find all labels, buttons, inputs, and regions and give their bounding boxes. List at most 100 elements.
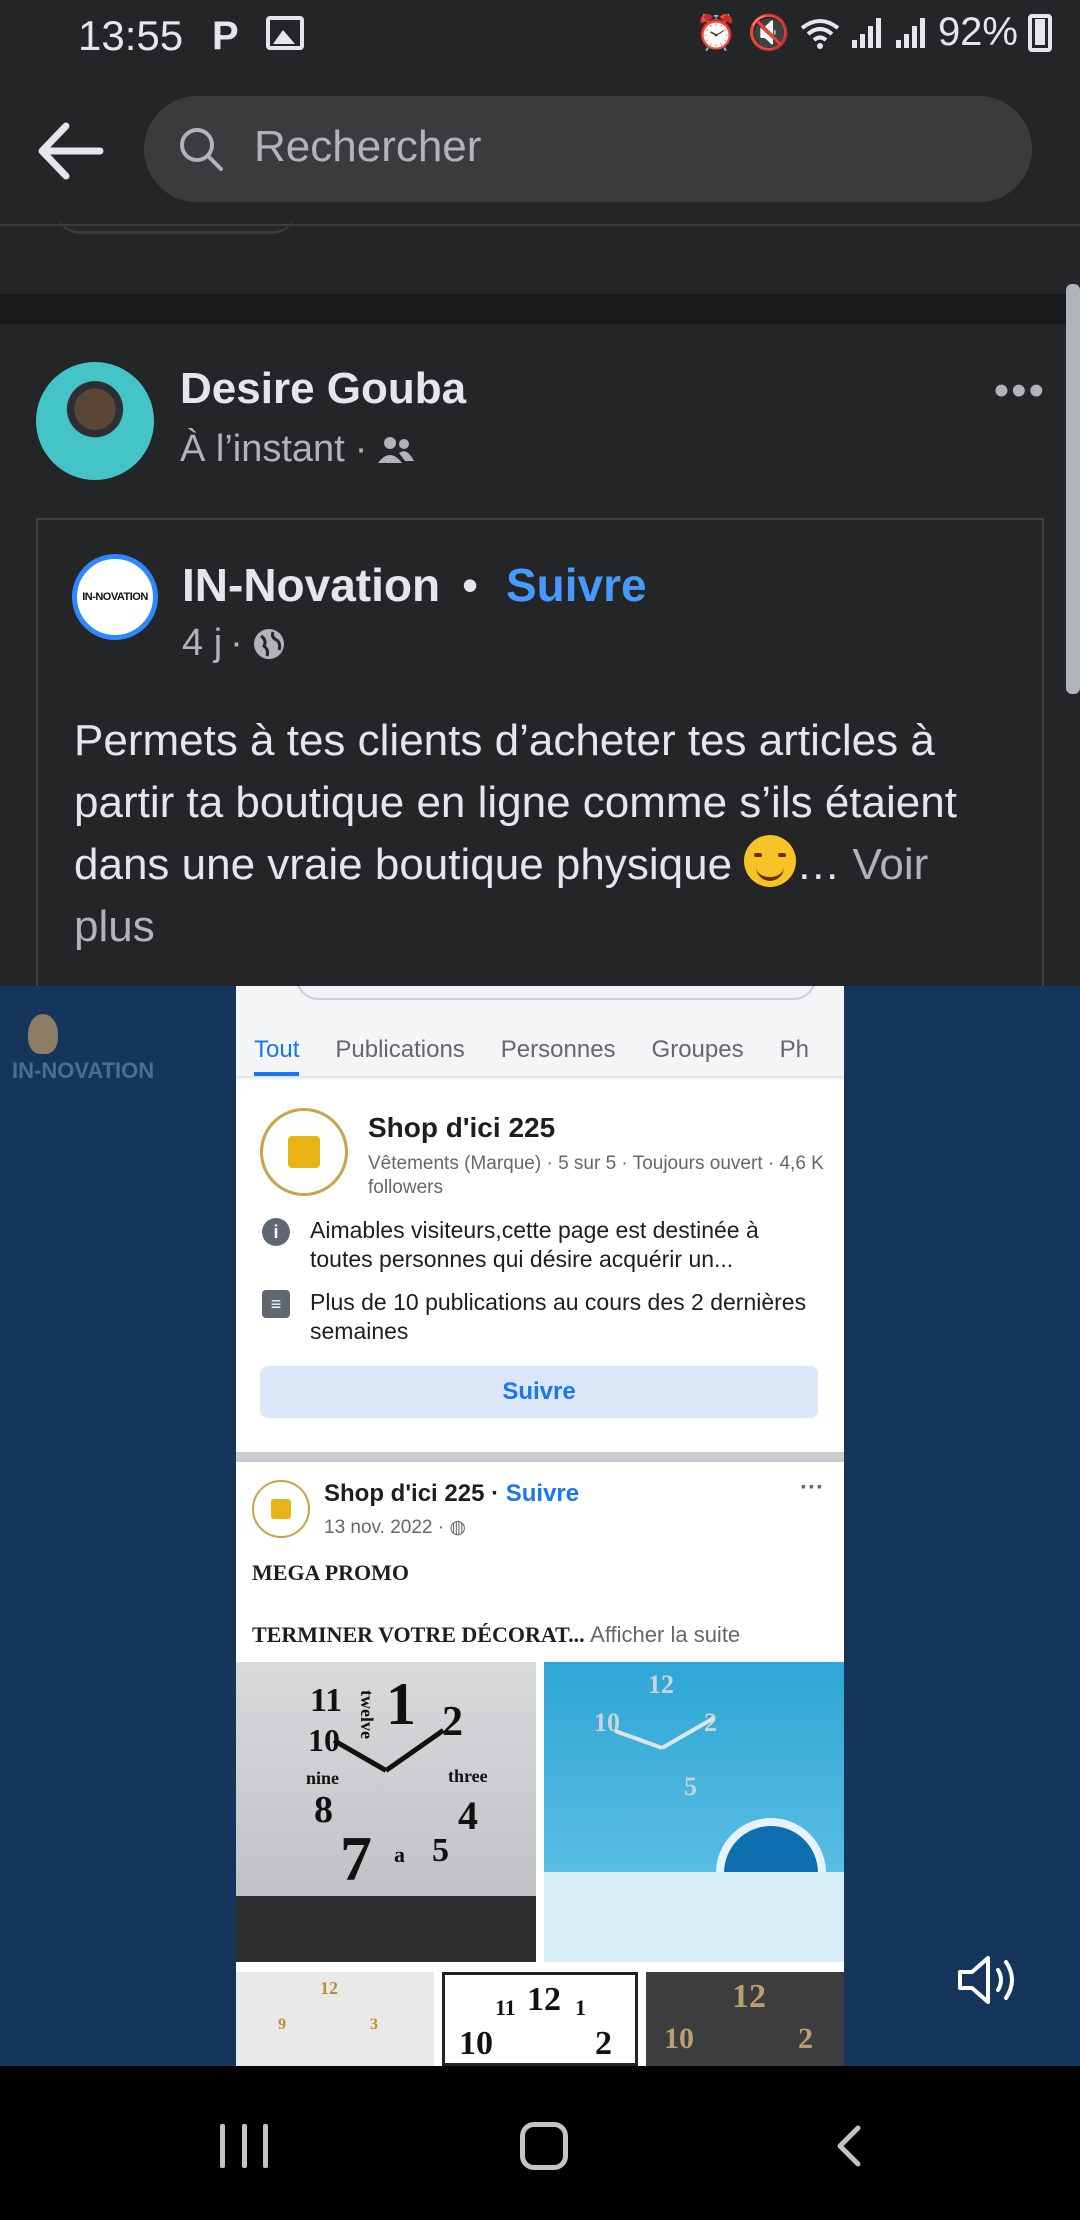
clock-image: 11 twelve 1 2 10 nine three 8 4 7 a 5 [236, 1662, 536, 1962]
author-name[interactable]: Desire Gouba [180, 364, 466, 414]
embedded-tab: Groupes [651, 1036, 744, 1063]
shop-logo [260, 1108, 348, 1196]
clock-number: 7 [340, 1823, 372, 1894]
ellipsis: … [796, 840, 841, 889]
clock-number: 8 [314, 1789, 333, 1831]
page-avatar[interactable]: IN-NOVATION [72, 554, 158, 640]
status-icons: ⏰ 🔇 92% [695, 10, 1052, 55]
clock-number: 2 [595, 2025, 612, 2062]
parking-notification-icon: P [212, 14, 239, 58]
clock-word: a [394, 1842, 405, 1867]
clock-number: 12 [732, 1978, 766, 2015]
post-body: Permets à tes clients d’acheter tes arti… [74, 710, 1014, 958]
shop-logo [252, 1480, 310, 1538]
search-icon [180, 128, 223, 171]
phone-screen-recording: Tout Publications Personnes Groupes Ph S… [236, 986, 844, 2066]
clock-number: 5 [684, 1772, 697, 1801]
clock-number: 11 [495, 1995, 516, 2020]
embedded-tab: Publications [335, 1036, 465, 1063]
info-icon: i [262, 1218, 290, 1246]
embedded-tab: Personnes [500, 1036, 616, 1063]
clock-word: three [448, 1766, 488, 1786]
embedded-page-card: Shop d'ici 225 Vêtements (Marque) · 5 su… [236, 1080, 844, 1452]
dining-table [236, 1896, 536, 1962]
scrollbar[interactable] [1066, 284, 1080, 694]
clock-number: 10 [664, 2022, 694, 2055]
search-header: Rechercher [0, 76, 1080, 226]
system-navigation-bar [0, 2066, 1080, 2220]
clock-image-grid: 11 twelve 1 2 10 nine three 8 4 7 a 5 12… [236, 1662, 844, 2066]
back-icon[interactable] [826, 2122, 874, 2170]
clock-image: 12 9 3 [236, 1972, 434, 2066]
embedded-search-bar [296, 986, 816, 1000]
status-bar: 13:55 P ⏰ 🔇 92% [0, 0, 1080, 76]
shared-post-time: 4 j [182, 622, 223, 664]
clock-number: 10 [459, 2025, 493, 2062]
video-player[interactable]: IN-NOVATION Tout Publications Personnes … [0, 986, 1080, 2066]
globe-icon [253, 628, 284, 659]
signal-icon [851, 17, 881, 48]
battery-icon [1028, 13, 1052, 52]
watermark-logo: IN-NOVATION [12, 1058, 155, 1083]
author-avatar[interactable] [36, 362, 154, 480]
shop-title: Shop d'ici 225 [368, 1112, 556, 1143]
embedded-post-follow: Suivre [505, 1480, 580, 1507]
clock-image: 12 10 2 5 [544, 1662, 844, 1962]
post-meta: À l’instant · [180, 428, 415, 471]
shared-post-meta: 4 j · [182, 622, 287, 665]
page-logo-text: IN-NOVATION [82, 591, 148, 603]
clock-number: 2 [442, 1699, 463, 1745]
clock-number: 12 [320, 1978, 338, 1998]
name-separator: • [462, 559, 479, 611]
embedded-tabs: Tout Publications Personnes Groupes Ph [236, 1026, 844, 1078]
follow-button[interactable]: Suivre [506, 558, 647, 612]
embedded-follow-button: Suivre [260, 1366, 818, 1418]
status-time: 13:55 [78, 12, 184, 59]
clock-number: 4 [458, 1793, 478, 1838]
clock-number: 12 [648, 1670, 674, 1699]
back-arrow-icon[interactable] [30, 116, 110, 186]
floor [544, 1872, 844, 1962]
recents-icon[interactable] [220, 2124, 268, 2168]
clock-number: 5 [432, 1832, 449, 1869]
more-options-icon[interactable]: ••• [994, 366, 1046, 416]
friends-icon [378, 436, 415, 463]
clock-number: 2 [798, 2022, 813, 2055]
embedded-headline: TERMINER VOTRE DÉCORAT... [252, 1622, 585, 1647]
embedded-post-date-text: 13 nov. 2022 · [324, 1517, 445, 1538]
posts-icon: ≡ [262, 1290, 290, 1318]
meta-separator: · [230, 622, 243, 664]
embedded-tab: Ph [779, 1036, 809, 1063]
clock-number: 3 [370, 2016, 378, 2033]
globe-icon: ◍ [449, 1517, 466, 1538]
volume-icon[interactable] [956, 1950, 1020, 2010]
embedded-headline-row: TERMINER VOTRE DÉCORAT... Afficher la su… [252, 1622, 740, 1648]
previous-item-edge [56, 210, 296, 234]
embedded-promo: MEGA PROMO [252, 1560, 410, 1585]
home-icon[interactable] [520, 2122, 568, 2170]
embedded-see-more: Afficher la suite [590, 1622, 741, 1647]
clock-word: nine [306, 1768, 340, 1788]
embedded-tab: Tout [254, 1026, 300, 1076]
clock-hand [614, 1729, 663, 1750]
meta-separator: · [354, 428, 368, 470]
smiling-emoji-icon [744, 835, 797, 887]
lightbulb-logo-icon [28, 1014, 58, 1054]
embedded-post-date: 13 nov. 2022 · ◍ [324, 1516, 466, 1539]
mute-icon: 🔇 [747, 13, 790, 52]
shop-subtitle: Vêtements (Marque) · 5 sur 5 · Toujours … [368, 1153, 824, 1198]
more-options-icon: ··· [800, 1474, 824, 1501]
signal-icon [895, 17, 925, 48]
shop-activity: Plus de 10 publications au cours des 2 d… [310, 1289, 807, 1344]
shop-about-row: i Aimables visiteurs,cette page est dest… [262, 1216, 822, 1274]
post-time: À l’instant [180, 428, 345, 470]
shop-activity-row: ≡ Plus de 10 publications au cours des 2… [262, 1288, 822, 1346]
embedded-divider [236, 1452, 844, 1462]
search-input[interactable]: Rechercher [144, 96, 1032, 202]
clock-number: 9 [278, 2016, 286, 2033]
clock-number: 1 [575, 1995, 586, 2020]
shop-about: Aimables visiteurs,cette page est destin… [310, 1217, 759, 1272]
alarm-icon: ⏰ [695, 13, 738, 52]
clock-image: 11 12 1 10 2 [442, 1972, 638, 2066]
page-name[interactable]: IN-Novation [182, 558, 440, 612]
